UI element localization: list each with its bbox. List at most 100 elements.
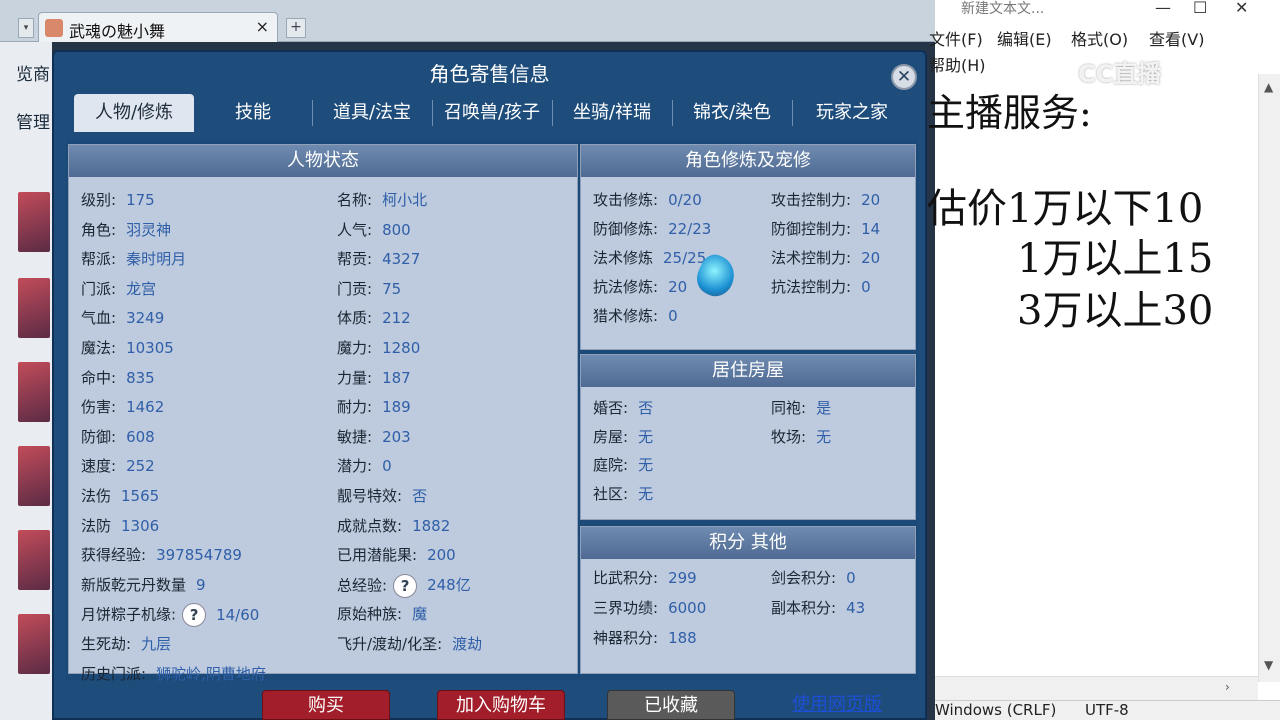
stream-watermark: CC直播 xyxy=(1078,60,1162,88)
tab-outfits[interactable]: 锦衣/染色 xyxy=(672,94,792,132)
tab-title: 武魂の魅小舞 xyxy=(69,22,166,41)
field-value: 10305 xyxy=(126,339,174,357)
sidebar-text-manage[interactable]: 管理 xyxy=(16,108,50,133)
notepad-title: 新建文本文... xyxy=(961,1,1045,17)
menu-help[interactable]: 帮助(H) xyxy=(929,52,986,76)
tab-skills[interactable]: 技能 xyxy=(194,94,312,132)
avatar[interactable] xyxy=(18,192,50,252)
info-field: 法伤 1565 xyxy=(81,485,159,506)
avatar[interactable] xyxy=(18,530,50,590)
tab-close-icon[interactable]: × xyxy=(256,17,269,36)
close-icon[interactable]: ✕ xyxy=(891,64,917,90)
field-label: 耐力: xyxy=(337,398,373,417)
tab-list-button[interactable]: ▾ xyxy=(18,18,34,38)
menu-format[interactable]: 格式(O) xyxy=(1071,26,1128,50)
tab-pets[interactable]: 召唤兽/孩子 xyxy=(432,94,552,132)
info-field: 月饼粽子机缘:? 14/60 xyxy=(81,603,259,628)
info-field: 历史门派: 狮驼岭,阴曹地府 xyxy=(81,663,266,684)
dialog-tabs: 人物/修炼 技能 道具/法宝 召唤兽/孩子 坐骑/祥瑞 锦衣/染色 玩家之家 xyxy=(74,94,912,132)
field-label: 命中: xyxy=(81,368,117,387)
field-value: 是 xyxy=(816,399,832,417)
field-label: 新版乾元丹数量 xyxy=(81,575,187,594)
field-label: 级别: xyxy=(81,191,117,209)
field-value: 0 xyxy=(846,569,856,587)
horizontal-scrollbar[interactable]: › xyxy=(935,676,1258,700)
field-label: 副本积分: xyxy=(771,599,837,617)
info-field: 法防 1306 xyxy=(81,515,159,536)
dialog-title: 角色寄售信息 xyxy=(429,62,550,86)
field-value: 龙宫 xyxy=(126,279,157,298)
field-label: 飞升/渡劫/化圣: xyxy=(337,635,443,653)
notepad-titlebar: 新建文本文... — ☐ ✕ xyxy=(935,0,1280,24)
info-field: 房屋: 无 xyxy=(593,426,653,447)
field-label: 原始种族: xyxy=(337,605,403,624)
field-label: 神器积分: xyxy=(593,629,659,647)
add-to-cart-button[interactable]: 加入购物车 xyxy=(437,690,565,720)
field-label: 成就点数: xyxy=(337,516,403,535)
web-version-link[interactable]: 使用网页版 xyxy=(792,690,882,720)
new-tab-button[interactable]: + xyxy=(286,18,306,38)
info-field: 成就点数: 1882 xyxy=(337,515,450,536)
close-icon[interactable]: ✕ xyxy=(1235,0,1248,17)
browser-tab[interactable]: 武魂の魅小舞 × xyxy=(38,12,278,42)
menu-edit[interactable]: 编辑(E) xyxy=(997,26,1052,50)
info-field: 气血: 3249 xyxy=(81,307,164,328)
minimize-icon[interactable]: — xyxy=(1155,0,1171,17)
avatar[interactable] xyxy=(18,278,50,338)
help-icon[interactable]: ? xyxy=(182,603,207,628)
buy-button[interactable]: 购买 xyxy=(262,690,390,720)
info-field: 魔法: 10305 xyxy=(81,337,174,358)
tab-items[interactable]: 道具/法宝 xyxy=(312,94,432,132)
field-label: 防御控制力: xyxy=(771,220,852,238)
notepad-line: 1万以上15 xyxy=(1017,236,1214,282)
info-field: 靓号特效: 否 xyxy=(337,485,427,506)
maximize-icon[interactable]: ☐ xyxy=(1193,0,1207,17)
field-label: 已用潜能果: xyxy=(337,546,418,565)
status-encoding: UTF-8 xyxy=(1085,701,1129,719)
info-field: 已用潜能果: 200 xyxy=(337,544,456,565)
field-label: 名称: xyxy=(337,191,373,209)
field-label: 法伤 xyxy=(81,487,112,505)
field-label: 门派: xyxy=(81,279,117,298)
favorited-button[interactable]: 已收藏 xyxy=(607,690,735,720)
field-value: 203 xyxy=(382,427,411,446)
field-label: 帮派: xyxy=(81,250,117,269)
character-status-panel: 人物状态 级别: 175 角色: 羽灵神 帮派: 秦时明月 门派: 龙宫 气血: 3249 魔法: 1… xyxy=(68,144,578,683)
field-label: 防御: xyxy=(81,427,117,446)
field-value: 212 xyxy=(382,309,411,328)
field-label: 月饼粽子机缘: xyxy=(81,605,177,624)
role-sale-dialog: 角色寄售信息 ✕ 人物/修炼 技能 道具/法宝 召唤兽/孩子 坐骑/祥瑞 锦衣/… xyxy=(52,50,927,720)
menu-file[interactable]: 文件(F) xyxy=(929,26,983,50)
info-field: 同袍: 是 xyxy=(771,397,831,418)
field-label: 力量: xyxy=(337,368,373,387)
vertical-scrollbar[interactable]: ▲ ▼ xyxy=(1258,74,1280,682)
avatar[interactable] xyxy=(18,446,50,506)
tab-character[interactable]: 人物/修炼 xyxy=(74,94,194,132)
help-icon[interactable]: ? xyxy=(393,573,418,598)
scroll-right-icon[interactable]: › xyxy=(1225,680,1230,694)
field-value: 22/23 xyxy=(668,220,712,238)
info-field: 防御控制力: 14 xyxy=(771,218,880,239)
field-value: 无 xyxy=(638,484,654,503)
info-field: 副本积分: 43 xyxy=(771,597,865,618)
avatar[interactable] xyxy=(18,362,50,422)
field-value: 187 xyxy=(382,368,411,387)
info-field: 原始种族: 魔 xyxy=(337,603,427,624)
avatar[interactable] xyxy=(18,614,50,674)
field-label: 魔力: xyxy=(337,339,373,357)
scroll-down-icon[interactable]: ▼ xyxy=(1264,658,1273,672)
field-label: 攻击控制力: xyxy=(771,191,852,209)
info-field: 魔力: 1280 xyxy=(337,337,420,358)
menu-view[interactable]: 查看(V) xyxy=(1149,26,1204,50)
tab-player-home[interactable]: 玩家之家 xyxy=(792,94,912,132)
scroll-up-icon[interactable]: ▲ xyxy=(1264,80,1273,94)
field-label: 同袍: xyxy=(771,399,807,417)
field-value: 九层 xyxy=(141,635,172,653)
field-value: 20 xyxy=(861,191,881,209)
info-field: 门贡: 75 xyxy=(337,278,401,299)
tab-mounts[interactable]: 坐骑/祥瑞 xyxy=(552,94,672,132)
sidebar-text-browse[interactable]: 览商 xyxy=(16,60,50,85)
house-panel: 居住房屋 婚否: 否房屋: 无庭院: 无社区: 无 同袍: 是牧场: 无 xyxy=(580,354,916,520)
field-value: 200 xyxy=(427,546,456,565)
field-value: 25/25 xyxy=(663,249,707,267)
